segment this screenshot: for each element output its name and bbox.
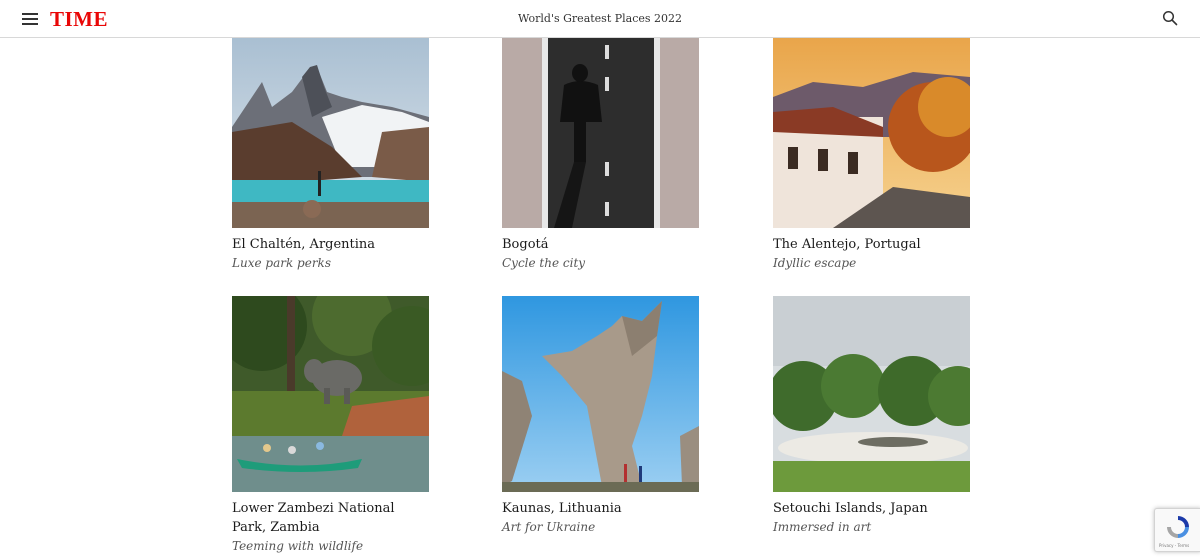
concrete-monument-photo[interactable] — [502, 296, 699, 492]
place-card[interactable]: Lower Zambezi National Park, Zambia Teem… — [232, 296, 429, 553]
place-tagline: Teeming with wildlife — [232, 539, 364, 553]
page-title: World's Greatest Places 2022 — [517, 12, 683, 25]
recaptcha-icon — [1167, 516, 1189, 538]
place-card[interactable]: Kaunas, Lithuania Art for Ukraine — [502, 296, 699, 534]
recaptcha-label[interactable]: Privacy - Terms — [1159, 543, 1189, 548]
place-tagline: Idyllic escape — [773, 256, 857, 270]
recaptcha-badge[interactable]: Privacy - Terms — [1154, 508, 1200, 552]
place-card[interactable]: El Chaltén, Argentina Luxe park perks — [232, 37, 429, 270]
place-tagline: Cycle the city — [502, 256, 586, 270]
place-card[interactable]: Bogotá Cycle the city — [502, 37, 699, 270]
elephant-canoe-river-photo[interactable] — [232, 296, 429, 492]
top-bar: TIME World's Greatest Places 2022 — [0, 0, 1200, 38]
place-name[interactable]: Setouchi Islands, Japan — [773, 499, 970, 518]
art-pavilion-field-photo[interactable] — [773, 296, 970, 492]
place-name[interactable]: The Alentejo, Portugal — [773, 235, 970, 254]
place-name[interactable]: El Chaltén, Argentina — [232, 235, 429, 254]
place-name[interactable]: Kaunas, Lithuania — [502, 499, 699, 518]
mountain-lake-photo[interactable] — [232, 37, 429, 228]
village-street-sunset-photo[interactable] — [773, 37, 970, 228]
place-name[interactable]: Bogotá — [502, 235, 699, 254]
place-tagline: Immersed in art — [773, 520, 872, 534]
place-card[interactable]: The Alentejo, Portugal Idyllic escape — [773, 37, 970, 270]
place-card[interactable]: Setouchi Islands, Japan Immersed in art — [773, 296, 970, 534]
place-tagline: Luxe park perks — [232, 256, 331, 270]
place-tagline: Art for Ukraine — [502, 520, 596, 534]
search-icon[interactable] — [1162, 10, 1178, 26]
place-name[interactable]: Lower Zambezi National Park, Zambia — [232, 499, 429, 537]
cyclist-bike-lane-photo[interactable] — [502, 37, 699, 228]
